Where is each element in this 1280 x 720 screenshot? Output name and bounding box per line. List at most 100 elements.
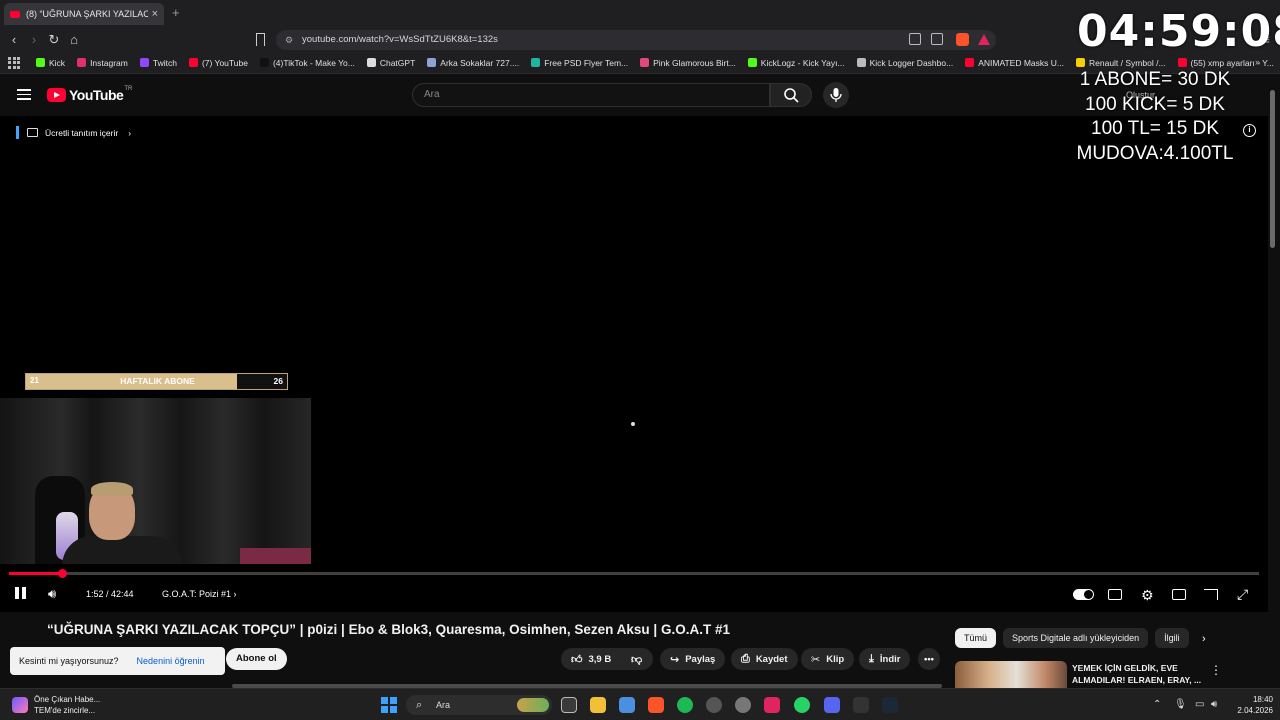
download-button[interactable]: ⤓ İndir [859,648,911,670]
bookmark-label: Arka Sokaklar 727.... [440,57,520,68]
weekly-subs-goal: 26 [273,376,283,386]
network-icon[interactable]: ▭ [1195,699,1204,710]
windows-taskbar: Öne Çıkan Habe... TEM'de zincirle... ⌕ A… [0,688,1280,720]
whatsapp-icon[interactable] [794,697,810,713]
bookmark-label: Pink Glamorous Birt... [653,57,736,68]
taskbar-search[interactable]: ⌕ Ara [406,695,552,715]
brave-rewards-icon[interactable] [978,34,990,45]
bookmark-item[interactable]: Instagram [77,58,128,68]
steelseries-icon[interactable] [735,697,751,713]
windows-start-icon[interactable] [381,697,397,713]
close-tab-icon[interactable]: × [152,8,158,20]
search-input[interactable]: Ara [412,83,770,107]
bookmark-label: Kick Logger Dashbo... [869,57,954,68]
theater-mode-icon[interactable] [1172,589,1186,600]
youtube-logo[interactable]: YouTube TR [47,86,132,103]
chevron-right-icon: › [233,589,237,599]
capcut-icon[interactable] [853,697,869,713]
apps-grid-icon[interactable] [8,56,20,69]
bookmark-item[interactable]: ANIMATED Masks U... [965,58,1064,68]
search-button[interactable] [770,83,812,107]
chip-related[interactable]: İlgili [1155,628,1189,648]
share-label: Paylaş [685,653,716,665]
share-page-icon[interactable] [931,33,943,45]
news-title: Öne Çıkan Habe... [34,695,101,704]
bookmark-item[interactable]: (7) YouTube [188,58,248,68]
pause-button[interactable] [15,587,27,599]
bookmark-label: Instagram [90,57,128,68]
back-icon[interactable]: ‹ [6,32,22,47]
bookmark-item[interactable]: Arka Sokaklar 727.... [427,58,519,68]
chip-uploader[interactable]: Sports Digitale adlı yükleyiciden [1003,628,1149,648]
cast-icon[interactable] [1204,589,1218,600]
dislike-button[interactable]: 👎︎ [621,648,653,670]
bookmarks-more-icon[interactable]: » [1255,57,1260,67]
bookmark-item[interactable]: ChatGPT [366,58,415,68]
news-widget[interactable]: Öne Çıkan Habe... TEM'de zincirle... [12,694,100,716]
bookmark-favicon-icon [366,58,376,67]
reload-icon[interactable]: ↻ [46,32,62,48]
save-button[interactable]: ⎙ Kaydet [731,648,798,670]
progress-scrubber[interactable] [57,569,67,578]
chapter-button[interactable]: G.O.A.T: Poizi #1 › [162,589,237,599]
site-info-icon[interactable]: ⚙ [285,30,293,50]
new-tab-button[interactable]: + [172,5,180,20]
subscribe-button[interactable]: Abone ol [226,648,287,670]
steam-icon[interactable] [882,697,898,713]
browser-tab[interactable]: (8) “UĞRUNA ŞARKI YAZILACAK × [4,3,164,25]
bookmark-item[interactable]: Kick Logger Dashbo... [856,57,954,68]
share-button[interactable]: ↪ Paylaş [660,648,726,670]
fullscreen-icon[interactable]: ⤢ [1237,586,1248,603]
info-icon[interactable]: i [1243,124,1256,137]
forward-icon[interactable]: › [26,32,42,47]
brave-browser-icon[interactable] [648,697,664,713]
weekly-subs-goal-bar: 21 HAFTALIK ABONE 26 [25,373,288,390]
volume-icon[interactable]: 🔊︎ [48,586,56,602]
video-progress-bar[interactable] [9,569,1259,578]
menu-icon[interactable] [17,89,31,100]
chips-next-icon[interactable]: › [1202,633,1206,645]
paid-promotion-notice[interactable]: Ücretli tanıtım içerir › [16,126,131,139]
system-clock[interactable]: 18:40 2.04.2026 [1233,694,1273,716]
clip-button[interactable]: ✂ Klip [801,648,855,670]
discord-icon[interactable] [824,697,840,713]
home-icon[interactable]: ⌂ [66,32,82,47]
bookmark-label: Kick [49,57,66,68]
bookmark-item[interactable]: Renault / Symbol /... [1076,58,1166,68]
bookmark-item[interactable]: Kick [36,58,65,68]
bookmark-item[interactable]: Free PSD Flyer Tem... [531,58,628,68]
video-player[interactable]: Ücretli tanıtım içerir › 21 HAFTALIK ABO… [0,116,1268,612]
bookmark-favicon-icon [1076,58,1085,67]
recommendation-menu-icon[interactable]: ⋮ [1210,663,1222,677]
task-view-icon[interactable] [561,697,577,713]
settings-gear-icon[interactable]: ⚙ [1141,587,1154,604]
microphone-tray-icon[interactable]: 🎙︎ [1174,699,1187,710]
speaker-icon[interactable]: 🔊︎ [1211,699,1217,710]
rule-line: 100 TL= 15 DK [1091,118,1219,139]
streamer-hair [91,482,133,496]
app-red-icon[interactable] [764,697,780,713]
app-icon[interactable] [706,697,722,713]
stream-timer: 04:59:08 [1077,6,1280,57]
bookmark-page-icon[interactable] [256,33,265,46]
recommendation-thumbnail[interactable] [955,661,1067,688]
voice-search-button[interactable] [823,82,849,108]
url-field[interactable]: ⚙ youtube.com/watch?v=WsSdTtZU6K8&t=132s [276,30,996,50]
page-scrollbar[interactable] [1270,90,1275,248]
spotify-icon[interactable] [677,697,693,713]
tray-overflow-icon[interactable]: ⌃ [1153,699,1161,710]
learn-why-link[interactable]: Nedenini öğrenin [137,656,205,666]
file-explorer-icon[interactable] [590,697,606,713]
cast-page-icon[interactable] [909,33,921,45]
recommendation-title[interactable]: YEMEK İÇİN GELDİK, EVE ALMADILAR! ELRAEN… [1072,662,1212,686]
bookmark-item[interactable]: Pink Glamorous Birt... [640,58,736,68]
store-icon[interactable] [619,697,635,713]
chip-all[interactable]: Tümü [955,628,997,648]
bookmark-item[interactable]: (4)TikTok - Make Yo... [259,58,355,68]
autoplay-toggle[interactable] [1073,589,1094,600]
bookmark-item[interactable]: KickLogz - Kick Yayı... [747,58,845,68]
more-actions-button[interactable]: ••• [918,648,940,670]
subtitles-icon[interactable] [1108,589,1122,600]
brave-shields-icon[interactable] [956,33,969,46]
bookmark-item[interactable]: Twitch [139,58,177,68]
